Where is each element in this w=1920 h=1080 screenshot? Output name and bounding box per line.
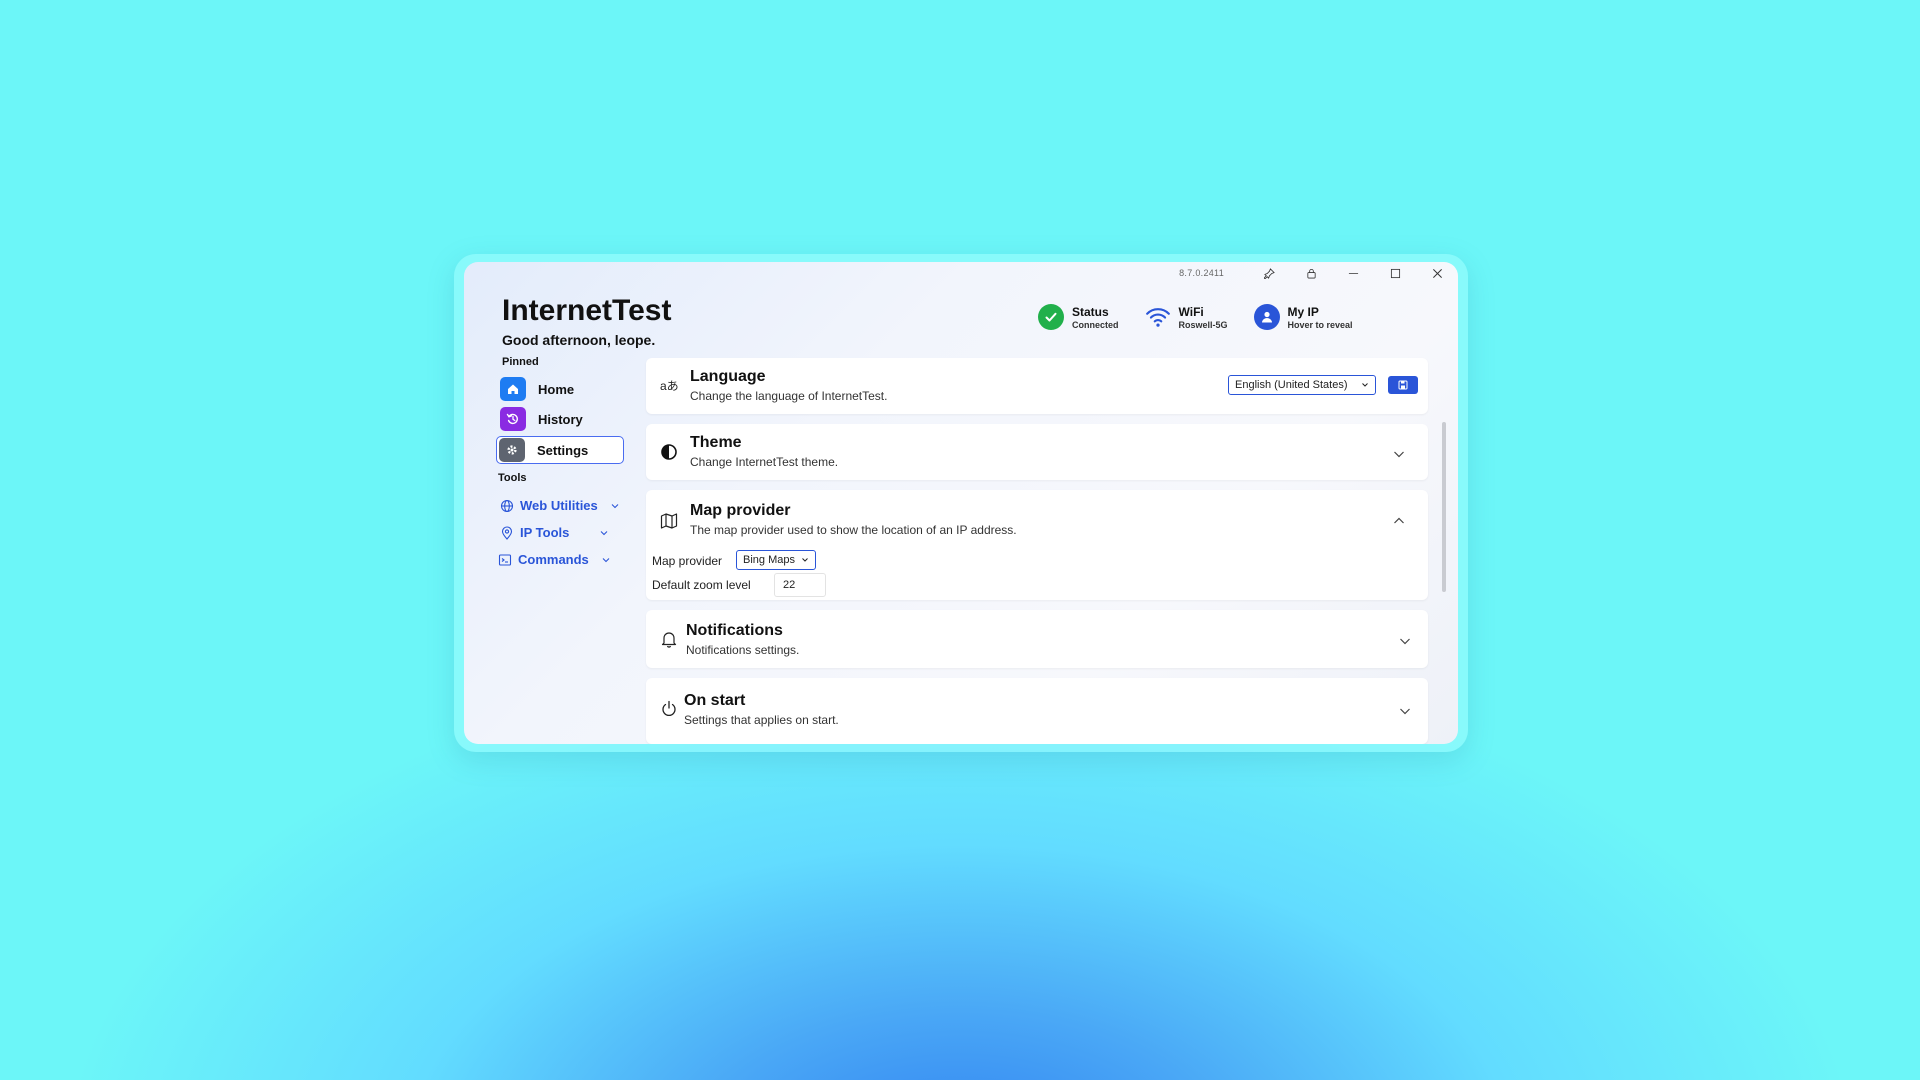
theme-setting-card[interactable]: Theme Change InternetTest theme. xyxy=(646,424,1428,480)
notifications-setting-card[interactable]: Notifications Notifications settings. xyxy=(646,610,1428,668)
chevron-down-icon[interactable] xyxy=(1398,704,1412,718)
pin-button[interactable] xyxy=(1248,262,1290,284)
sidebar-item-web-utilities[interactable]: Web Utilities xyxy=(500,498,620,513)
chevron-down-icon[interactable] xyxy=(1398,634,1412,648)
sidebar-item-commands[interactable]: Commands xyxy=(498,552,611,567)
status-bar: Status Connected WiFi Roswell-5G My IP H… xyxy=(1038,304,1353,330)
language-desc: Change the language of InternetTest. xyxy=(690,389,888,403)
on-start-title: On start xyxy=(684,692,746,709)
status-title: Status xyxy=(1072,304,1109,319)
notifications-title: Notifications xyxy=(686,622,783,639)
bell-icon xyxy=(661,632,677,648)
terminal-icon xyxy=(498,553,512,566)
user-location-icon xyxy=(1253,304,1280,330)
sidebar-item-home[interactable]: Home xyxy=(498,376,626,402)
chevron-down-icon[interactable] xyxy=(1392,447,1406,461)
minimize-icon xyxy=(1348,272,1358,274)
sidebar-item-label: Settings xyxy=(537,442,589,458)
home-icon xyxy=(500,377,526,401)
tools-section-label: Tools xyxy=(498,472,527,484)
language-save-button[interactable] xyxy=(1388,376,1418,394)
map-icon xyxy=(660,513,678,529)
sidebar-item-label: History xyxy=(538,411,583,427)
lock-icon xyxy=(1306,268,1316,278)
close-button[interactable] xyxy=(1416,262,1458,284)
map-provider-title: Map provider xyxy=(690,502,791,519)
sidebar-item-settings[interactable]: Settings xyxy=(496,436,624,464)
wifi-sub: Roswell-5G xyxy=(1178,319,1228,330)
chevron-down-icon xyxy=(600,530,608,535)
language-select[interactable]: English (United States) xyxy=(1228,375,1376,395)
tool-label: Web Utilities xyxy=(520,498,598,513)
save-icon xyxy=(1398,380,1408,390)
connection-status[interactable]: Status Connected xyxy=(1038,304,1119,330)
contrast-icon xyxy=(661,444,677,460)
map-provider-setting-card: Map provider The map provider used to sh… xyxy=(646,490,1428,600)
chevron-down-icon xyxy=(602,557,610,562)
translate-icon: aあ xyxy=(660,379,678,393)
pinned-section-label: Pinned xyxy=(502,356,539,368)
language-title: Language xyxy=(690,368,766,385)
check-circle-icon xyxy=(1038,304,1064,330)
sidebar-item-label: Home xyxy=(538,381,575,397)
sidebar-item-ip-tools[interactable]: IP Tools xyxy=(500,525,609,540)
theme-desc: Change InternetTest theme. xyxy=(690,455,839,469)
chevron-up-icon[interactable] xyxy=(1392,514,1406,528)
notifications-desc: Notifications settings. xyxy=(686,643,800,657)
myip-status[interactable]: My IP Hover to reveal xyxy=(1253,304,1353,330)
wifi-status[interactable]: WiFi Roswell-5G xyxy=(1145,304,1228,330)
version-label: 8.7.0.2411 xyxy=(1179,268,1224,278)
history-icon xyxy=(500,407,526,431)
lock-button[interactable] xyxy=(1290,262,1332,284)
sidebar-item-history[interactable]: History xyxy=(498,406,626,432)
ip-pin-icon xyxy=(501,525,513,540)
app-title: InternetTest xyxy=(502,294,672,327)
chevron-down-icon xyxy=(802,558,808,562)
zoom-level-field-label: Default zoom level xyxy=(652,578,751,592)
power-icon xyxy=(662,700,676,716)
map-provider-field-label: Map provider xyxy=(652,554,723,568)
language-selected-value: English (United States) xyxy=(1235,379,1348,391)
gear-icon xyxy=(499,438,525,462)
zoom-level-input[interactable]: 22 xyxy=(774,573,826,597)
minimize-button[interactable] xyxy=(1332,262,1374,284)
on-start-setting-card[interactable]: On start Settings that applies on start. xyxy=(646,678,1428,744)
map-provider-selected-value: Bing Maps xyxy=(743,554,795,566)
myip-title: My IP xyxy=(1287,304,1319,319)
chevron-down-icon xyxy=(1362,383,1368,387)
tool-label: Commands xyxy=(518,552,589,567)
svg-text:aあ: aあ xyxy=(660,379,678,393)
theme-title: Theme xyxy=(690,434,742,451)
close-icon xyxy=(1432,268,1442,278)
wifi-title: WiFi xyxy=(1178,304,1204,319)
pin-icon xyxy=(1263,267,1275,279)
app-window: 8.7.0.2411 InternetTest Good afternoon, … xyxy=(464,262,1458,744)
maximize-button[interactable] xyxy=(1374,262,1416,284)
title-bar: 8.7.0.2411 xyxy=(1179,262,1458,284)
on-start-desc: Settings that applies on start. xyxy=(684,713,839,727)
map-provider-desc: The map provider used to show the locati… xyxy=(690,523,1017,537)
wifi-icon xyxy=(1145,304,1171,330)
tool-label: IP Tools xyxy=(520,525,570,540)
content-scrollbar[interactable] xyxy=(1442,422,1446,592)
chevron-down-icon xyxy=(611,503,619,508)
globe-icon xyxy=(500,499,514,512)
language-setting-card: aあ Language Change the language of Inter… xyxy=(646,358,1428,414)
greeting: Good afternoon, leope. xyxy=(502,332,656,348)
myip-sub: Hover to reveal xyxy=(1287,319,1353,330)
map-provider-select[interactable]: Bing Maps xyxy=(736,550,816,570)
maximize-icon xyxy=(1390,268,1400,278)
status-sub: Connected xyxy=(1072,319,1119,330)
